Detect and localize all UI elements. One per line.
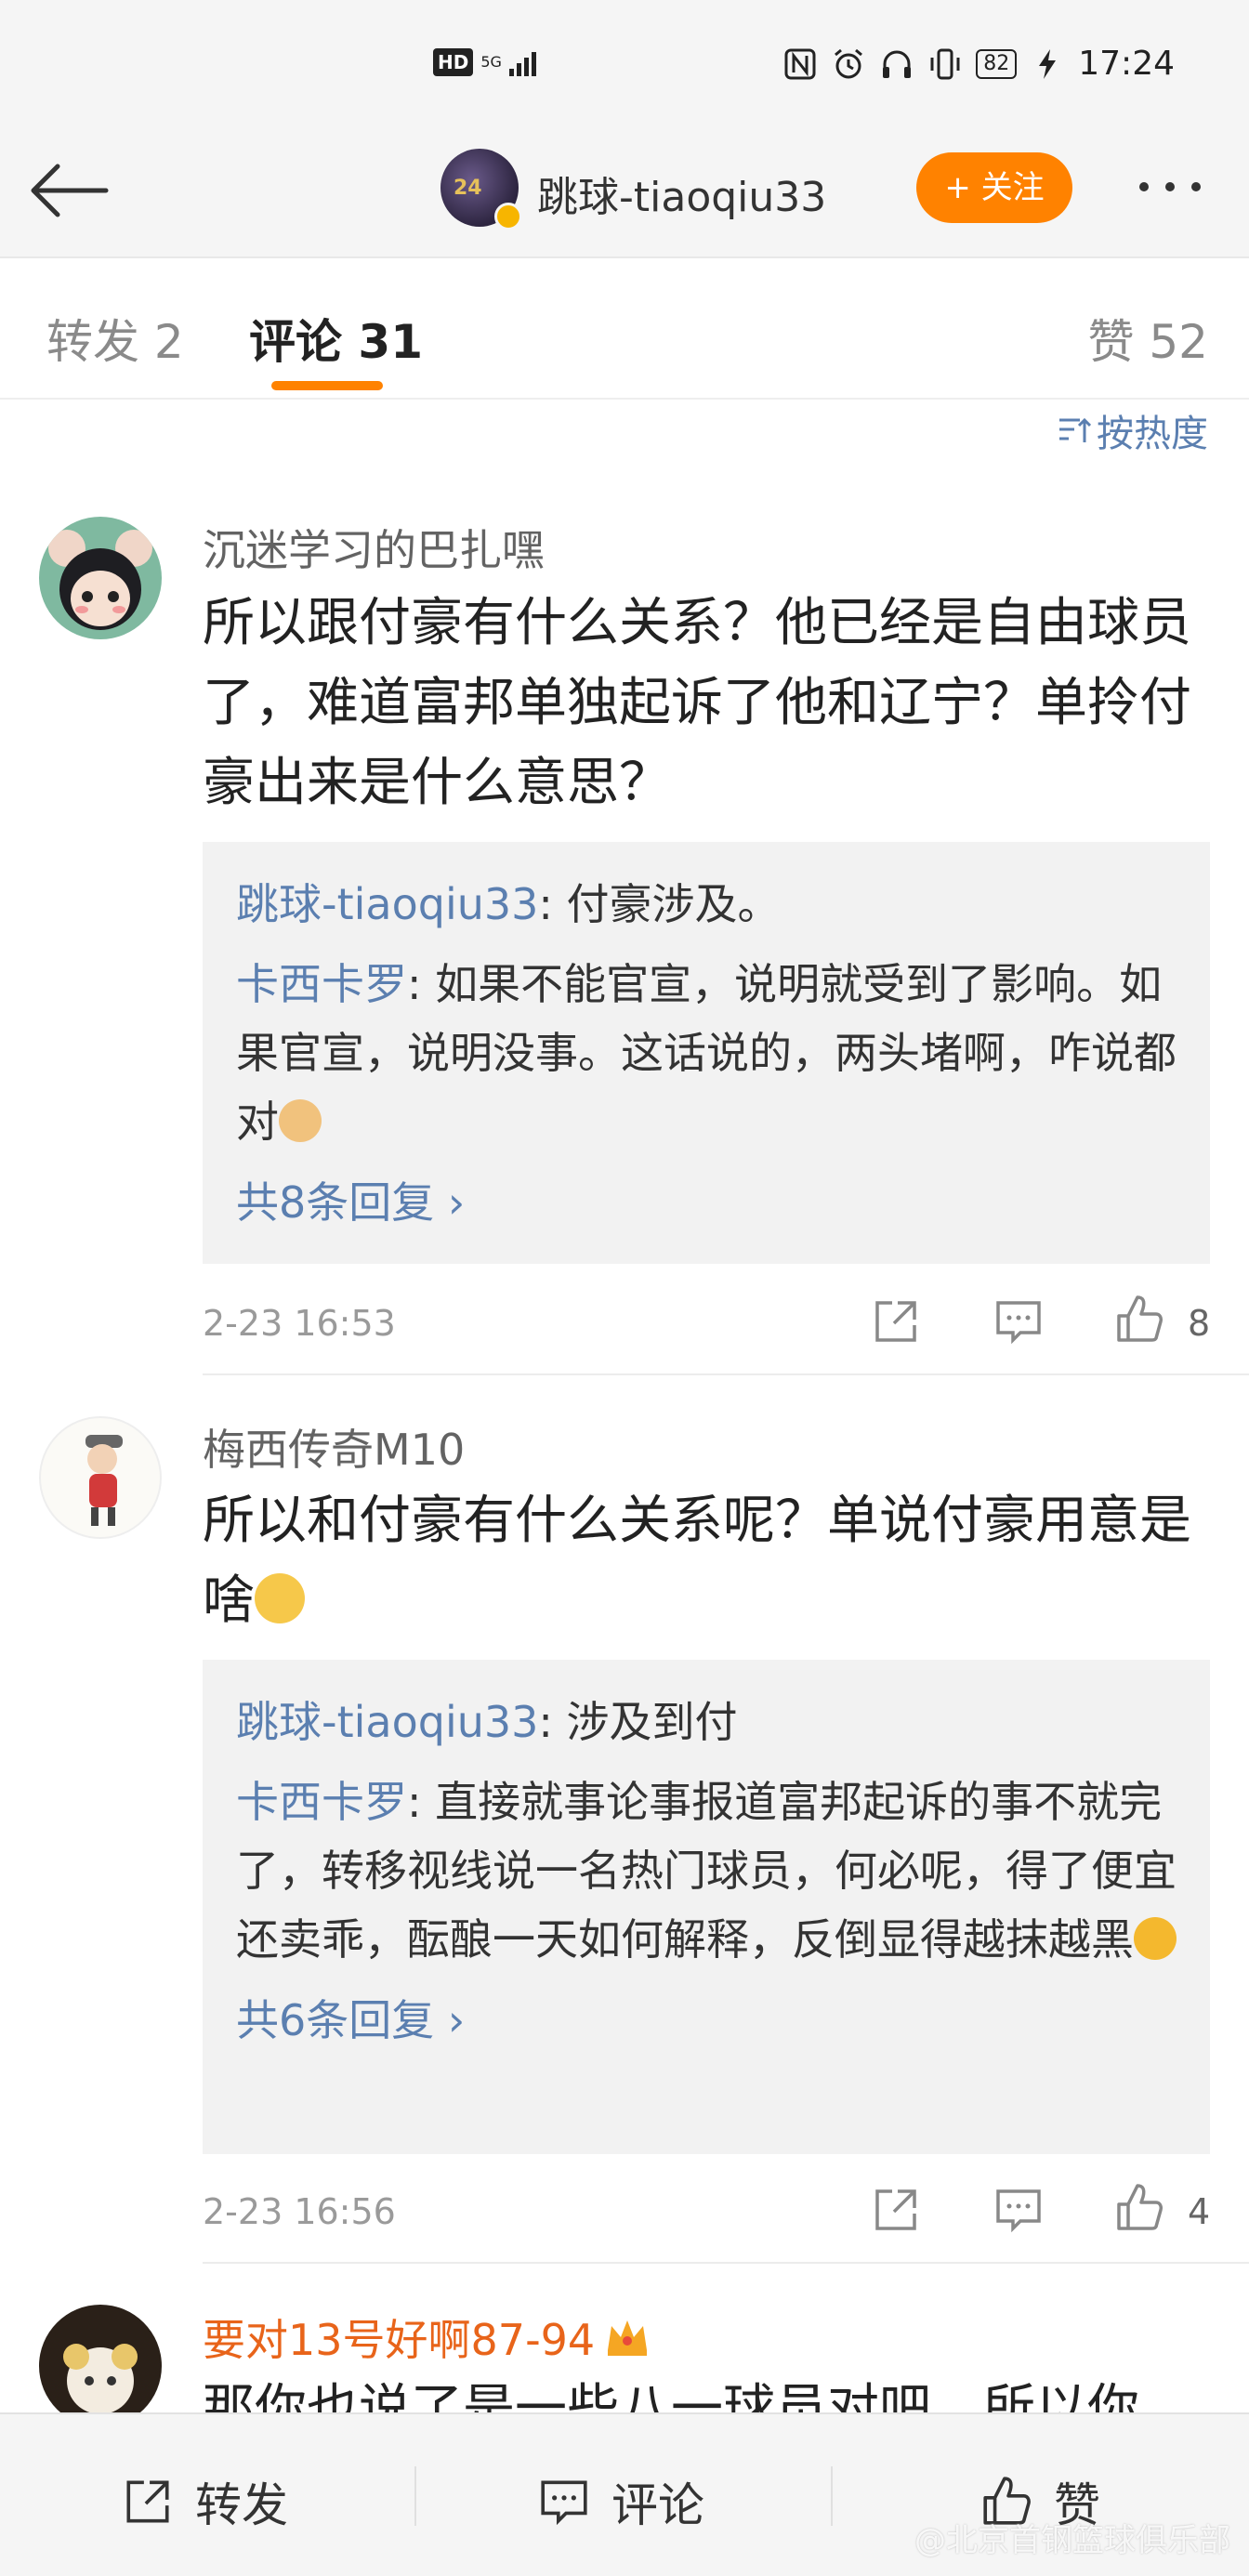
back-arrow-icon[interactable]: [28, 158, 112, 223]
avatar-jersey-number: 24: [454, 177, 482, 200]
verified-badge-icon: [494, 203, 522, 230]
facepalm-emoji-icon: [1134, 1917, 1177, 1960]
comment-timestamp: 2-23 16:53: [203, 1303, 396, 1344]
battery-icon: 82: [976, 48, 1018, 79]
reply-author[interactable]: 跳球-tiaoqiu33: [236, 1697, 538, 1747]
commenter-avatar[interactable]: [39, 1416, 162, 1539]
system-indicators: 82 17:24: [782, 45, 1175, 83]
comment-divider: [203, 1373, 1249, 1375]
charging-icon: [1039, 48, 1057, 79]
watermark: @北京首钢篮球俱乐部: [914, 2522, 1230, 2559]
view-more-replies-link[interactable]: 共6条回复 ›: [203, 1987, 1210, 2048]
reply-preview-box[interactable]: 跳球-tiaoqiu33: 付豪涉及。 卡西卡罗: 如果不能官宣，说明就受到了影…: [203, 842, 1210, 1264]
reply-item: 跳球-tiaoqiu33: 付豪涉及。: [203, 870, 1210, 939]
reply-item: 卡西卡罗: 直接就事论事报道富邦起诉的事不就完了，转移视线说一名热门球员，何必呢…: [203, 1768, 1210, 1974]
headphones-icon: [883, 50, 912, 78]
reply-preview-box[interactable]: 跳球-tiaoqiu33: 涉及到付 卡西卡罗: 直接就事论事报道富邦起诉的事不…: [203, 1660, 1210, 2154]
comment-divider: [203, 2262, 1249, 2264]
bottom-divider: [414, 2466, 416, 2526]
author-name[interactable]: 跳球-tiaoqiu33: [537, 164, 826, 223]
reply-author[interactable]: 卡西卡罗: [236, 1777, 407, 1827]
comment-button[interactable]: 评论: [537, 2468, 704, 2535]
comment-label: 评论: [611, 2478, 704, 2532]
reply-icon[interactable]: [993, 2184, 1045, 2236]
repost-button[interactable]: 转发: [121, 2468, 288, 2535]
signal-icon: [508, 48, 536, 76]
hd-icon: HD: [433, 48, 474, 76]
reply-author[interactable]: 卡西卡罗: [236, 959, 407, 1009]
network-indicators: HD 5G: [433, 48, 536, 76]
thumbs-up-emoji-icon: [279, 1099, 322, 1142]
commenter-name[interactable]: 梅西传奇M10: [203, 1416, 465, 1478]
comment-icon: [541, 2480, 587, 2526]
follow-button[interactable]: + 关注: [916, 152, 1072, 223]
comment-text: 所以和付豪有什么关系呢？单说付豪用意是啥: [203, 1481, 1216, 1641]
status-bar: HD 5G 82 17:24: [0, 0, 1249, 139]
commenter-avatar[interactable]: [39, 2305, 162, 2427]
comment-text: 那你也说了是一些八一球员对吧，所以你: [203, 2379, 1139, 2416]
comment-timestamp: 2-23 16:56: [203, 2191, 396, 2232]
comment-text-content: 所以和付豪有什么关系呢？单说付豪用意是啥: [203, 1491, 1191, 1631]
bottom-divider: [831, 2466, 833, 2526]
tab-likes[interactable]: 赞 52: [1087, 305, 1208, 372]
reply-icon[interactable]: [993, 1295, 1045, 1347]
more-options-icon[interactable]: [1139, 182, 1201, 191]
share-icon[interactable]: [870, 1295, 922, 1347]
comment-text: 所以跟付豪有什么关系？他已经是自由球员了，难道富邦单独起诉了他和辽宁？单拎付豪出…: [203, 593, 1191, 813]
sort-label: 按热度: [1097, 413, 1208, 455]
commenter-name-row: 要对13号好啊87-94: [203, 2307, 651, 2368]
like-icon[interactable]: [1113, 1294, 1165, 1346]
network-type: 5G: [480, 53, 502, 71]
sort-icon: [1059, 417, 1091, 442]
tab-reposts[interactable]: 转发 2: [46, 305, 184, 372]
commenter-avatar[interactable]: [39, 517, 162, 639]
commenter-name[interactable]: 要对13号好啊87-94: [203, 2307, 595, 2368]
avatar-illustration: [63, 2344, 138, 2414]
reply-author[interactable]: 跳球-tiaoqiu33: [236, 879, 538, 929]
repost-label: 转发: [195, 2478, 288, 2532]
like-icon[interactable]: [1113, 2182, 1165, 2234]
reply-item: 卡西卡罗: 如果不能官宣，说明就受到了影响。如果官宣，说明没事。这话说的，两头堵…: [203, 950, 1210, 1156]
like-count: 4: [1188, 2191, 1211, 2232]
reply-text: : 付豪涉及。: [538, 879, 781, 929]
alarm-icon: [835, 48, 863, 78]
share-icon[interactable]: [870, 2184, 922, 2236]
reply-text: : 涉及到付: [538, 1697, 738, 1747]
commenter-name[interactable]: 沉迷学习的巴扎嘿: [203, 517, 545, 578]
avatar-illustration: [85, 1435, 123, 1526]
weibo-comments-screen: HD 5G 82 17:24 24 跳球-tiaoqiu33 + 关注 转发 2…: [0, 0, 1249, 2576]
vip-crown-icon: [608, 2320, 648, 2356]
clock: 17:24: [1078, 45, 1175, 83]
tab-comments[interactable]: 评论 31: [249, 305, 423, 372]
active-tab-indicator: [271, 381, 383, 390]
reply-item: 跳球-tiaoqiu33: 涉及到付: [203, 1688, 1210, 1756]
repost-icon: [126, 2480, 169, 2523]
surprised-emoji-icon: [255, 1573, 305, 1623]
like-count: 8: [1188, 1303, 1211, 1344]
view-more-replies-link[interactable]: 共8条回复 ›: [203, 1169, 1210, 1230]
tab-bar: 转发 2 评论 31 赞 52: [0, 260, 1249, 400]
sort-toggle[interactable]: 按热度: [1056, 403, 1208, 457]
avatar-illustration: [48, 530, 152, 630]
nfc-icon: [784, 48, 816, 79]
vibrate-icon: [930, 48, 960, 79]
